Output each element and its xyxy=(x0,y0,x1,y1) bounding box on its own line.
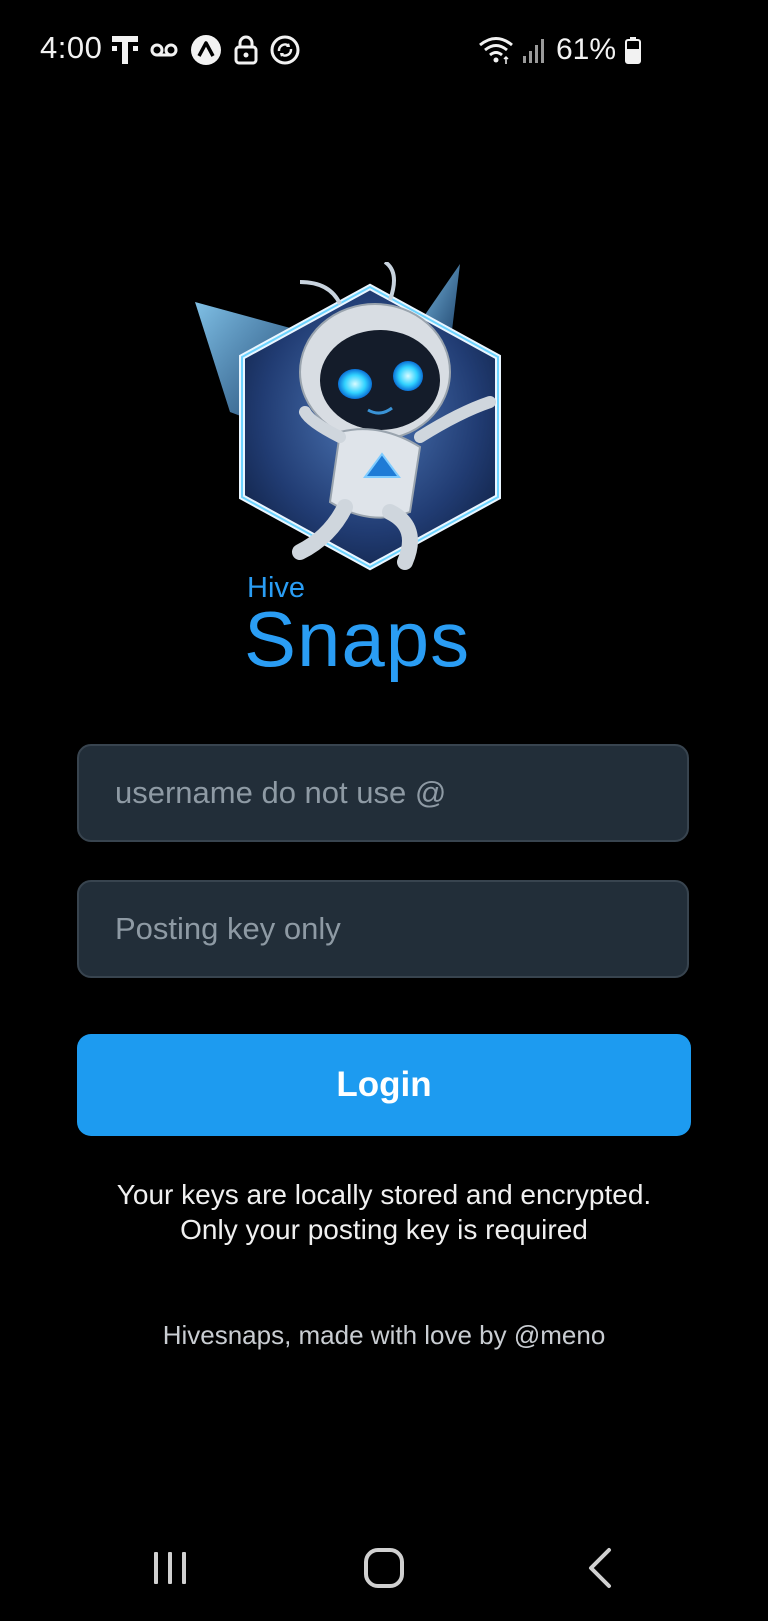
security-info-line1: Your keys are locally stored and encrypt… xyxy=(116,1179,652,1210)
robot-eye-left xyxy=(338,369,372,399)
signal-icon xyxy=(522,36,548,64)
status-icons-right: 61% xyxy=(478,30,642,70)
t-mobile-icon xyxy=(112,34,138,66)
username-field[interactable] xyxy=(77,744,689,842)
wifi-icon xyxy=(478,35,514,65)
robot-eye-right xyxy=(393,361,423,391)
status-time: 4:00 xyxy=(40,30,103,65)
security-info-line2: Only your posting key is required xyxy=(180,1214,588,1245)
status-bar: 4:00 61% xyxy=(0,0,768,100)
login-screen: 4:00 61% Hive Snaps username do not use … xyxy=(0,0,768,1621)
recent-apps-button[interactable] xyxy=(125,1530,215,1610)
footer-credit: Hivesnaps, made with love by @meno xyxy=(162,1320,606,1350)
security-info: Your keys are locally stored and encrypt… xyxy=(0,1177,768,1247)
recent-apps-icon xyxy=(150,1548,190,1593)
battery-icon xyxy=(624,36,642,64)
home-button[interactable] xyxy=(339,1530,429,1610)
home-icon xyxy=(363,1547,405,1594)
status-icons-left xyxy=(112,32,300,68)
posting-key-field[interactable] xyxy=(77,880,689,978)
battery-percent: 61% xyxy=(555,33,616,66)
login-button[interactable]: Login xyxy=(77,1034,691,1136)
posting-key-input[interactable] xyxy=(113,910,687,948)
voicemail-icon xyxy=(150,42,178,58)
username-input[interactable] xyxy=(113,774,687,812)
back-icon xyxy=(585,1547,615,1594)
lock-icon xyxy=(234,35,258,65)
app-notification-icon xyxy=(190,34,222,66)
back-button[interactable] xyxy=(555,1530,645,1610)
sync-icon xyxy=(270,35,300,65)
system-nav-bar xyxy=(0,1530,768,1610)
brand-snaps-text: Snaps xyxy=(244,595,471,683)
